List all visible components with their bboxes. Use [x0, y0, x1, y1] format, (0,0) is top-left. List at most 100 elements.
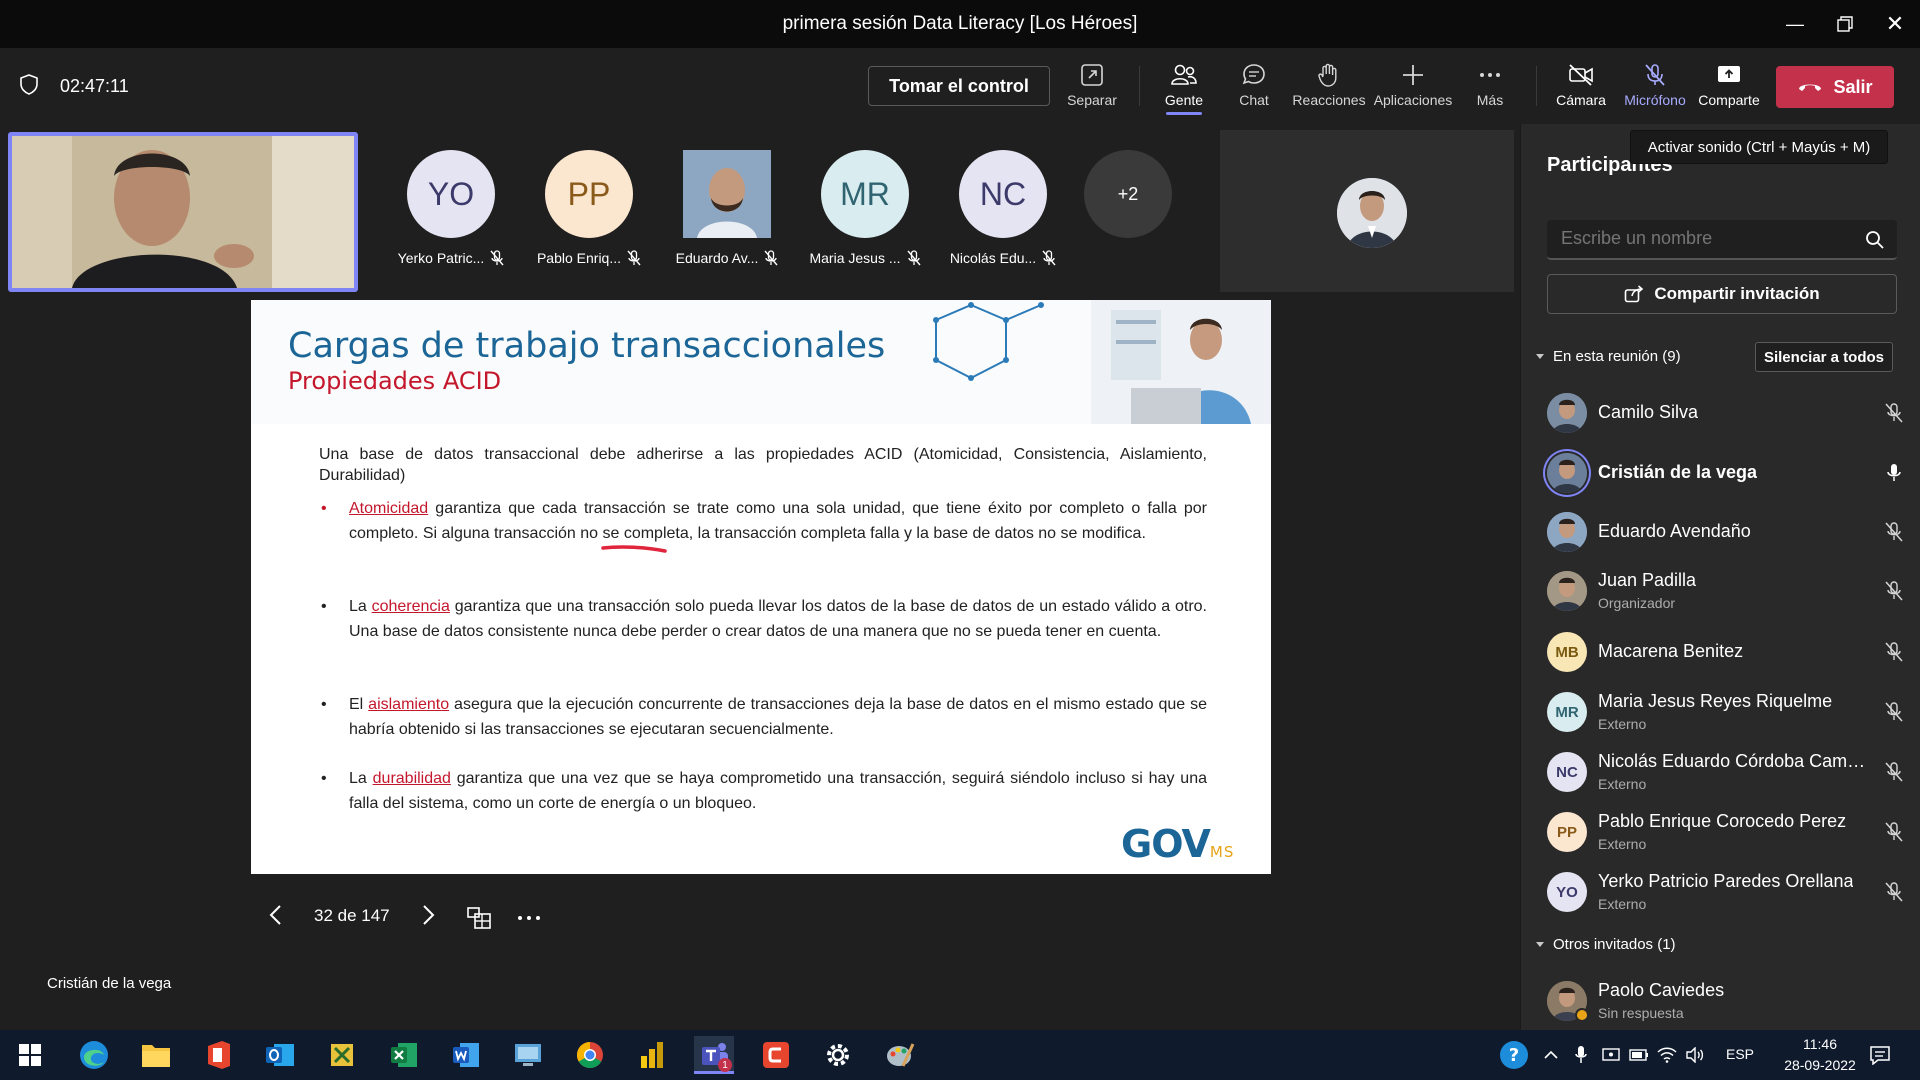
search-icon[interactable]	[1865, 230, 1885, 250]
restore-icon[interactable]	[1822, 8, 1868, 40]
remote-desktop-icon	[515, 1044, 541, 1066]
microphone-off-icon[interactable]	[1883, 821, 1905, 843]
paint-app[interactable]	[880, 1036, 920, 1074]
leave-button[interactable]: Salir	[1776, 66, 1894, 108]
participant-row[interactable]: Eduardo Avendaño	[1547, 507, 1917, 557]
status-badge	[1575, 1008, 1589, 1022]
participant-row[interactable]: NC Nicolás Eduardo Córdoba Campos Externo	[1547, 747, 1917, 797]
tray-wifi[interactable]	[1652, 1036, 1682, 1074]
comparte-button[interactable]: Comparte	[1690, 58, 1768, 118]
file-explorer-app[interactable]	[136, 1036, 176, 1074]
comparte-label: Comparte	[1698, 92, 1760, 108]
minimize-icon[interactable]: —	[1772, 8, 1818, 40]
language-indicator[interactable]: ESP	[1726, 1046, 1754, 1062]
clock-date[interactable]: 28-09-2022	[1768, 1057, 1872, 1073]
plus-icon	[1403, 65, 1423, 85]
mas-button[interactable]: Más	[1450, 58, 1530, 118]
participant-tile[interactable]: YO Yerko Patric...	[386, 150, 516, 266]
participant-tile[interactable]: Eduardo Av...	[662, 150, 792, 266]
participant-row[interactable]: Paolo Caviedes Sin respuesta	[1547, 976, 1917, 1026]
slide-more-button[interactable]	[516, 904, 542, 931]
tray-battery[interactable]	[1624, 1036, 1654, 1074]
tile-name-row: Nicolás Edu...	[938, 250, 1068, 266]
excel-app[interactable]	[384, 1036, 424, 1074]
take-control-button[interactable]: Tomar el control	[868, 66, 1050, 106]
remote-desktop-app[interactable]	[508, 1036, 548, 1074]
microphone-off-icon[interactable]	[1883, 402, 1905, 424]
microphone-off-icon[interactable]	[1883, 881, 1905, 903]
tray-volume[interactable]	[1680, 1036, 1710, 1074]
participant-row[interactable]: PP Pablo Enrique Corocedo Perez Externo	[1547, 807, 1917, 857]
folder-icon	[142, 1045, 170, 1067]
chrome-icon	[576, 1041, 603, 1069]
microphone-off-icon[interactable]	[1883, 580, 1905, 602]
microphone-off-icon[interactable]	[1883, 521, 1905, 543]
word-app[interactable]	[446, 1036, 486, 1074]
participant-role: Externo	[1598, 776, 1647, 792]
avatar: NC	[959, 150, 1047, 238]
close-window-icon[interactable]: ✕	[1872, 8, 1918, 40]
aplicaciones-label: Aplicaciones	[1373, 92, 1453, 108]
tile-name: Nicolás Edu...	[949, 250, 1037, 266]
settings-app[interactable]	[818, 1036, 858, 1074]
chat-button[interactable]: Chat	[1214, 58, 1294, 118]
clock-time[interactable]: 11:46	[1790, 1036, 1850, 1052]
microphone-off-icon[interactable]	[1883, 761, 1905, 783]
gente-label: Gente	[1164, 92, 1204, 108]
notifications-button[interactable]	[1860, 1036, 1900, 1074]
reacciones-label: Reacciones	[1292, 92, 1366, 108]
microfono-button[interactable]: Micrófono	[1616, 58, 1694, 118]
logo-suffix: MS	[1209, 843, 1235, 861]
microphone-off-icon	[627, 250, 641, 266]
teams-app[interactable]: 1	[694, 1036, 734, 1074]
chrome-app[interactable]	[570, 1036, 610, 1074]
tray-mic[interactable]	[1566, 1036, 1596, 1074]
edge-app[interactable]	[74, 1036, 114, 1074]
help-app[interactable]: ?	[1494, 1036, 1534, 1074]
snipping-app[interactable]	[322, 1036, 362, 1074]
participant-row[interactable]: Juan Padilla Organizador	[1547, 566, 1917, 616]
microphone-off-icon[interactable]	[1883, 701, 1905, 723]
participant-row[interactable]: Camilo Silva	[1547, 388, 1917, 438]
participant-name: Juan Padilla	[1598, 570, 1697, 590]
participant-tile[interactable]: MR Maria Jesus ...	[800, 150, 930, 266]
search-input[interactable]	[1561, 228, 1851, 249]
separar-button[interactable]: Separar	[1052, 58, 1132, 118]
outlook-app[interactable]	[260, 1036, 300, 1074]
participant-row[interactable]: MR Maria Jesus Reyes Riquelme Externo	[1547, 687, 1917, 737]
in-meeting-section-toggle[interactable]: En esta reunión (9)	[1535, 348, 1681, 365]
raise-hand-icon	[1318, 63, 1337, 87]
reacciones-button[interactable]: Reacciones	[1288, 58, 1370, 118]
more-participants-button[interactable]: +2	[1084, 150, 1172, 238]
share-invitation-button[interactable]: Compartir invitación	[1547, 274, 1897, 314]
next-slide-button[interactable]	[420, 904, 436, 931]
powerbi-app[interactable]	[632, 1036, 672, 1074]
chat-icon	[1242, 64, 1265, 85]
avatar	[683, 150, 771, 238]
mute-all-button[interactable]: Silenciar a todos	[1755, 342, 1893, 372]
gente-button[interactable]: Gente	[1144, 58, 1224, 118]
camara-button[interactable]: Cámara	[1542, 58, 1620, 118]
participant-tile[interactable]: NC Nicolás Edu...	[938, 150, 1068, 266]
slide-grid-button[interactable]	[466, 906, 492, 935]
participant-row[interactable]: YO Yerko Patricio Paredes Orellana Externo	[1547, 867, 1917, 917]
microphone-off-icon[interactable]	[1883, 641, 1905, 663]
microphone-icon[interactable]	[1883, 462, 1905, 484]
chat-label: Chat	[1239, 92, 1269, 108]
participant-row[interactable]: MB Macarena Benitez	[1547, 627, 1917, 677]
tray-screen[interactable]	[1596, 1036, 1626, 1074]
others-label: Otros invitados (1)	[1553, 936, 1676, 953]
camtasia-app[interactable]	[756, 1036, 796, 1074]
previous-slide-button[interactable]	[268, 904, 284, 931]
aplicaciones-button[interactable]: Aplicaciones	[1370, 58, 1456, 118]
participant-row[interactable]: Cristián de la vega	[1547, 448, 1917, 498]
participant-tile[interactable]: PP Pablo Enriq...	[524, 150, 654, 266]
start-button[interactable]	[10, 1036, 50, 1074]
others-section-toggle[interactable]: Otros invitados (1)	[1535, 936, 1676, 953]
office-app[interactable]	[198, 1036, 238, 1074]
bullet-prefix: La	[349, 770, 373, 787]
tile-name: Eduardo Av...	[675, 250, 759, 266]
show-hidden-icons[interactable]	[1536, 1036, 1566, 1074]
avatar: MR	[821, 150, 909, 238]
participant-search[interactable]	[1547, 220, 1897, 260]
